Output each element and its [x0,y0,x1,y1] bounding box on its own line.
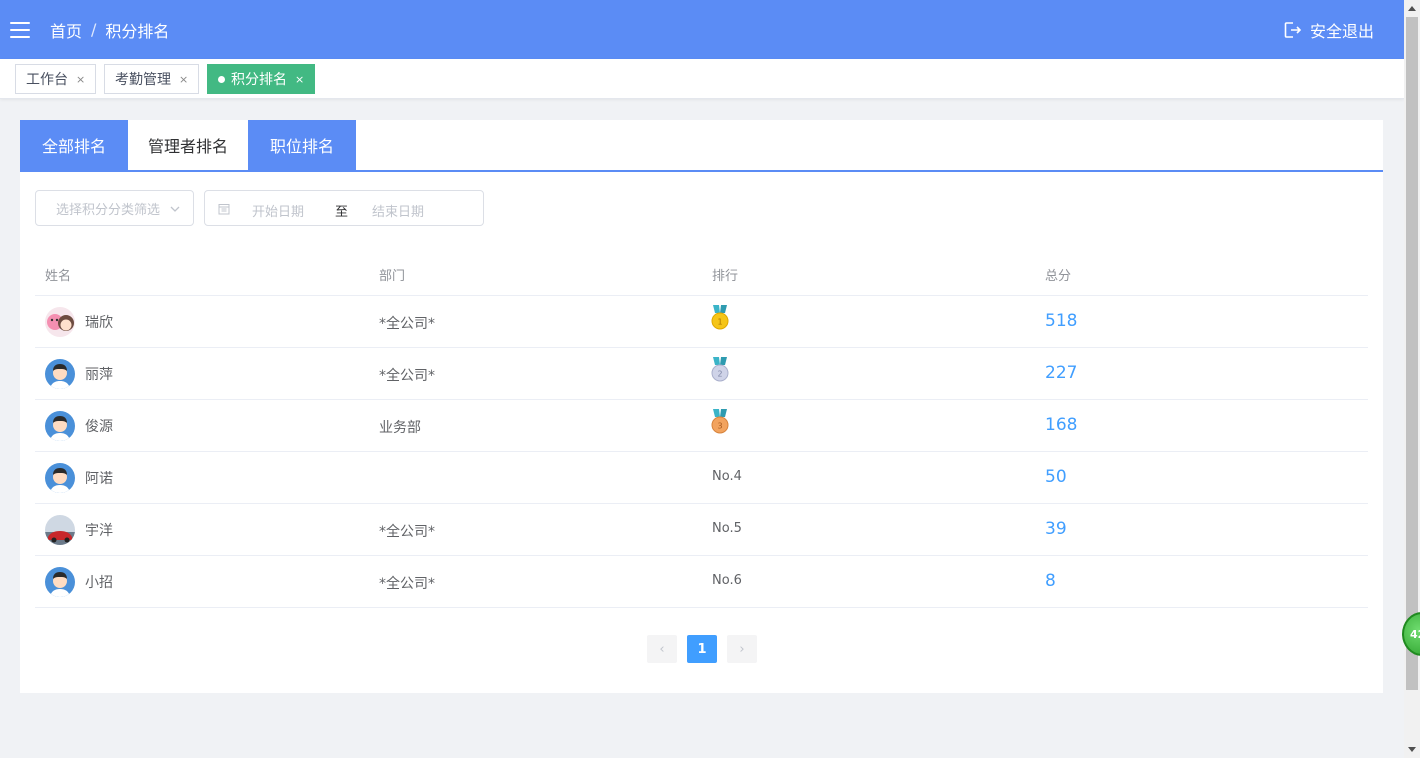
svg-text:2: 2 [717,370,722,379]
avatar [45,463,75,493]
ranking-table: 姓名 部门 排行 总分 瑞欣 *全公司* 1 518 丽萍 *全公司* 2 22… [35,255,1368,608]
gold-medal-icon: 1 [711,305,729,330]
employee-score: 39 [1045,519,1067,539]
tag-label: 工作台 [26,72,68,88]
employee-rank: No.6 [712,573,742,588]
ranking-tabs: 全部排名 管理者排名 职位排名 [20,120,1383,172]
top-header: 首页 / 积分排名 安全退出 [0,0,1404,59]
tag-label: 积分排名 [231,72,287,88]
avatar [45,359,75,389]
employee-rank: No.5 [712,521,742,536]
tags-view-bar: 工作台 × 考勤管理 × 积分排名 × [0,59,1404,99]
calendar-icon [218,204,230,215]
page-number-button[interactable]: 1 [687,635,717,663]
next-page-button[interactable]: › [727,635,757,663]
ranking-card: 全部排名 管理者排名 职位排名 选择积分分类筛选 开始日期 至 结束日期 姓名 … [20,120,1383,693]
active-dot-icon [218,75,225,83]
scroll-down-arrow-icon[interactable] [1404,742,1420,758]
breadcrumb: 首页 / 积分排名 [50,18,169,42]
breadcrumb-current: 积分排名 [105,21,170,41]
employee-dept: *全公司* [379,576,435,592]
table-row[interactable]: 小招 *全公司* No.6 8 [35,556,1368,608]
close-icon[interactable]: × [76,73,85,86]
employee-name: 俊源 [85,419,113,435]
bronze-medal-icon: 3 [711,409,729,434]
tab-all-ranking[interactable]: 全部排名 [20,120,128,170]
category-filter-select[interactable]: 选择积分分类筛选 [35,190,194,226]
column-header-score: 总分 [1045,269,1072,284]
employee-name: 阿诺 [85,471,113,487]
tab-manager-ranking[interactable]: 管理者排名 [128,120,248,170]
pagination: ‹ 1 › [647,635,757,663]
table-row[interactable]: 俊源 业务部 3 168 [35,400,1368,452]
employee-score: 8 [1045,571,1056,591]
employee-score: 518 [1045,311,1078,331]
tag-workbench[interactable]: 工作台 × [15,64,97,94]
silver-medal-icon: 2 [711,357,729,382]
logout-icon [1284,21,1302,38]
breadcrumb-home[interactable]: 首页 [50,18,82,42]
employee-dept: 业务部 [379,420,421,436]
table-header: 姓名 部门 排行 总分 [35,255,1368,296]
employee-rank: No.4 [712,469,742,484]
avatar [45,411,75,441]
floating-ball-count: 42 [1410,627,1420,641]
column-header-rank: 排行 [712,269,739,284]
table-row[interactable]: 瑞欣 *全公司* 1 518 [35,296,1368,348]
table-row[interactable]: 丽萍 *全公司* 2 227 [35,348,1368,400]
scrollbar-thumb[interactable] [1406,17,1418,690]
employee-dept: *全公司* [379,368,435,384]
close-icon[interactable]: × [295,73,304,86]
column-header-dept: 部门 [379,269,406,284]
menu-toggle-icon[interactable] [10,21,30,38]
chevron-down-icon [170,206,180,212]
tag-label: 考勤管理 [115,72,171,88]
employee-score: 168 [1045,415,1078,435]
prev-page-button[interactable]: ‹ [647,635,677,663]
category-filter-placeholder: 选择积分分类筛选 [56,202,161,218]
end-date-input[interactable]: 结束日期 [372,201,424,220]
logout-label: 安全退出 [1309,21,1374,41]
employee-dept: *全公司* [379,316,435,332]
range-separator: 至 [335,205,349,220]
date-range-picker[interactable]: 开始日期 至 结束日期 [204,190,484,226]
employee-score: 227 [1045,363,1078,383]
tag-attendance[interactable]: 考勤管理 × [104,64,200,94]
close-icon[interactable]: × [179,73,188,86]
tab-position-ranking[interactable]: 职位排名 [248,120,356,170]
employee-name: 丽萍 [85,367,113,383]
avatar [45,567,75,597]
logout-button[interactable]: 安全退出 [1282,0,1374,59]
employee-name: 小招 [85,575,113,591]
employee-name: 瑞欣 [85,315,113,331]
svg-text:1: 1 [717,318,722,327]
scroll-up-arrow-icon[interactable] [1404,0,1420,16]
table-row[interactable]: 宇洋 *全公司* No.5 39 [35,504,1368,556]
table-row[interactable]: 阿诺 No.4 50 [35,452,1368,504]
employee-name: 宇洋 [85,523,113,539]
employee-score: 50 [1045,467,1067,487]
column-header-name: 姓名 [45,269,72,284]
breadcrumb-separator: / [91,20,97,39]
avatar [45,307,75,337]
tag-points-ranking[interactable]: 积分排名 × [207,64,316,94]
svg-text:3: 3 [717,422,722,431]
avatar [45,515,75,545]
start-date-input[interactable]: 开始日期 [252,201,304,220]
employee-dept: *全公司* [379,524,435,540]
